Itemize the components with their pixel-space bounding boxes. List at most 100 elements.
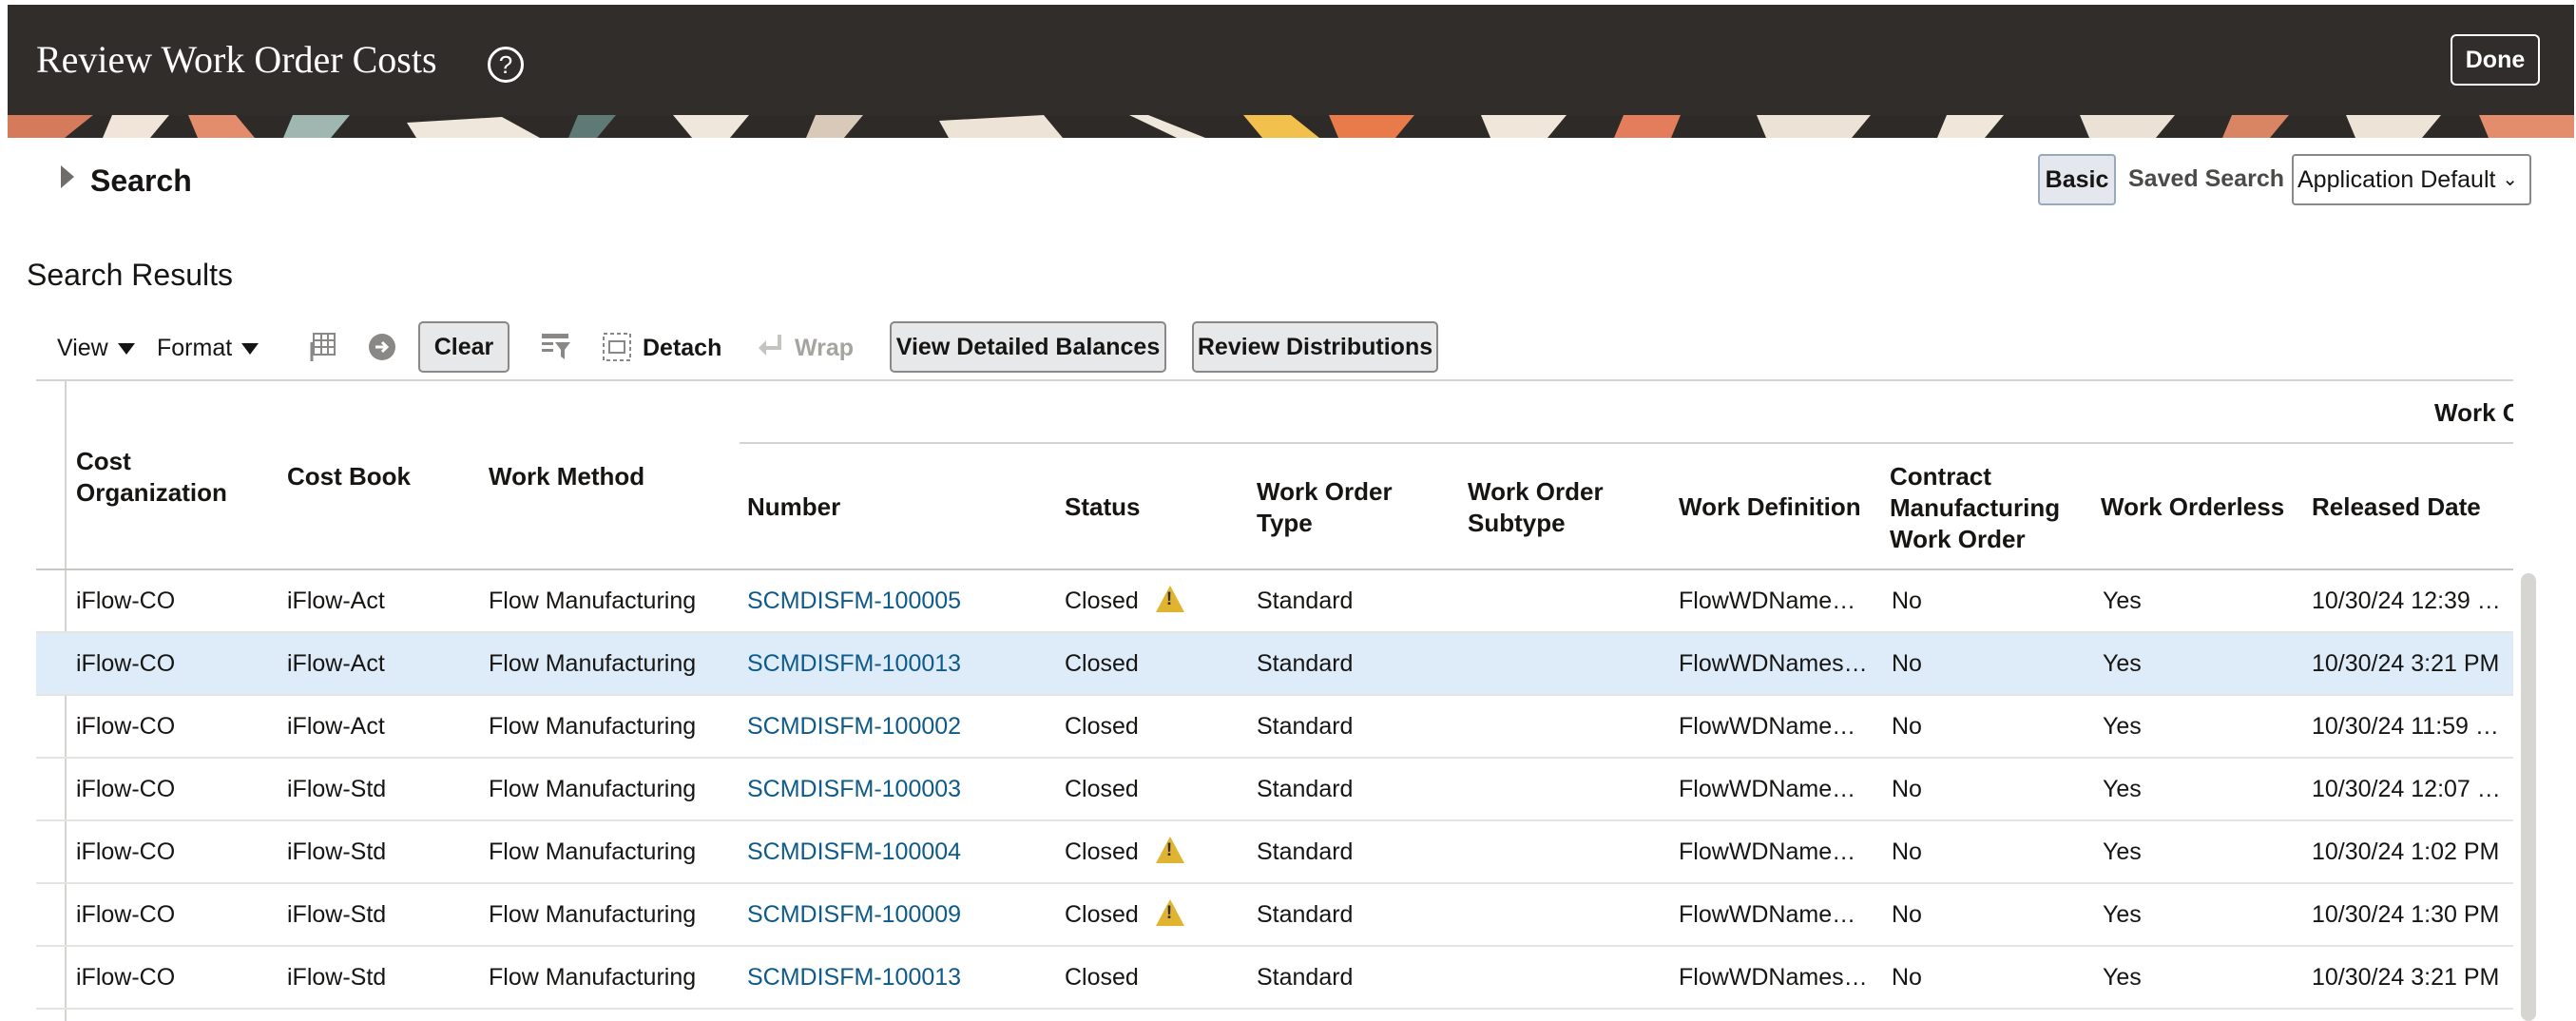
- view-menu[interactable]: View: [57, 335, 135, 362]
- col-header-contract-manufacturing[interactable]: Contract Manufacturing Work Order: [1890, 461, 2080, 555]
- status-value: Closed: [1065, 964, 1139, 991]
- table-row[interactable]: iFlow-CO iFlow-Act Flow Manufacturing SCMDI…: [36, 696, 2513, 759]
- format-menu[interactable]: Format: [157, 335, 260, 362]
- cell-wo-type: Standard: [1257, 884, 1456, 945]
- table-row[interactable]: iFlow-CO iFlow-Std Flow Manufacturing SCMDI…: [36, 884, 2513, 947]
- saved-search-select[interactable]: Application Default ⌄: [2292, 154, 2531, 205]
- warning-icon[interactable]: [1155, 586, 1184, 612]
- cell-cost-org: iFlow-CO: [76, 947, 276, 1008]
- done-button[interactable]: Done: [2451, 34, 2540, 86]
- number-value[interactable]: SCMDISFM-100002: [747, 713, 961, 740]
- col-header-released-date[interactable]: Released Date: [2312, 491, 2481, 523]
- warning-icon[interactable]: [1155, 899, 1184, 926]
- number-value[interactable]: SCMDISFM-100005: [747, 588, 961, 614]
- table-row[interactable]: iFlow-CO iFlow-Std Flow Manufacturing SCMDI…: [36, 821, 2513, 884]
- cell-wo-subtype: [1468, 633, 1667, 694]
- cell-orderless: Yes: [2103, 884, 2293, 945]
- col-header-work-method[interactable]: Work Method: [489, 461, 644, 492]
- cell-number[interactable]: SCMDISFM-100009: [747, 884, 1051, 945]
- cell-contract: No: [1892, 570, 2082, 631]
- search-expand-icon[interactable]: [61, 165, 74, 188]
- warning-icon[interactable]: [1155, 837, 1184, 863]
- table-row[interactable]: iFlow-CO iFlow-Std Flow Manufacturing SCMDI…: [36, 759, 2513, 821]
- cell-number[interactable]: SCMDISFM-100002: [747, 696, 1051, 757]
- col-header-cost-book[interactable]: Cost Book: [287, 461, 411, 492]
- wo-type-value: Standard: [1257, 964, 1354, 991]
- col-header-work-order-subtype[interactable]: Work Order Subtype: [1468, 476, 1639, 539]
- saved-search-value: Application Default: [2297, 166, 2496, 193]
- detach-button[interactable]: Detach: [643, 335, 721, 362]
- cell-work-method: Flow Manufacturing: [489, 633, 736, 694]
- cost-org-value: iFlow-CO: [76, 776, 176, 802]
- wo-type-value: Standard: [1257, 901, 1354, 928]
- saved-search-label: Saved Search: [2128, 165, 2284, 192]
- cell-cost-book: iFlow-Act: [287, 633, 477, 694]
- number-value[interactable]: SCMDISFM-100004: [747, 838, 961, 865]
- cell-work-def: FlowWDNames…: [1679, 947, 1869, 1008]
- cell-number[interactable]: SCMDISFM-100004: [747, 821, 1051, 882]
- cell-number[interactable]: SCMDISFM-100013: [747, 947, 1051, 1008]
- cost-book-value: iFlow-Act: [287, 588, 385, 614]
- number-value[interactable]: SCMDISFM-100013: [747, 964, 961, 991]
- query-by-example-icon[interactable]: [540, 331, 572, 370]
- cell-number[interactable]: SCMDISFM-100003: [747, 759, 1051, 819]
- released-value: 10/30/24 11:59 …: [2312, 713, 2499, 740]
- cell-work-def: FlowWDNamed…: [1679, 821, 1869, 882]
- page-header: Review Work Order Costs ? Done: [8, 5, 2574, 115]
- col-header-work-order-type[interactable]: Work Order Type: [1257, 476, 1409, 539]
- cell-wo-type: Standard: [1257, 696, 1456, 757]
- contract-value: No: [1892, 901, 1922, 928]
- cell-status: Closed: [1065, 947, 1245, 1008]
- cell-contract: No: [1892, 759, 2082, 819]
- col-header-status[interactable]: Status: [1065, 491, 1140, 523]
- status-value: Closed: [1065, 588, 1139, 614]
- work-def-value: FlowWDNameM…: [1679, 713, 1869, 740]
- cell-released: 10/30/24 12:39 …: [2312, 570, 2502, 631]
- freeze-columns-icon[interactable]: [306, 331, 338, 370]
- cell-status: Closed: [1065, 696, 1245, 757]
- col-header-cost-organization[interactable]: Cost Organization: [76, 446, 266, 509]
- detach-icon[interactable]: [601, 331, 633, 370]
- number-value[interactable]: SCMDISFM-100013: [747, 650, 961, 677]
- cost-book-value: iFlow-Act: [287, 713, 385, 740]
- orderless-value: Yes: [2103, 650, 2142, 677]
- cell-wo-subtype: [1468, 570, 1667, 631]
- cell-wo-subtype: [1468, 947, 1667, 1008]
- review-distributions-button[interactable]: Review Distributions: [1192, 321, 1438, 373]
- cell-orderless: Yes: [2103, 759, 2293, 819]
- search-results-title: Search Results: [27, 258, 233, 292]
- number-value[interactable]: SCMDISFM-100003: [747, 776, 961, 802]
- table-row[interactable]: iFlow-CO iFlow-Act Flow Manufacturing SCMDI…: [36, 633, 2513, 696]
- clear-button[interactable]: Clear: [418, 321, 509, 373]
- basic-button[interactable]: Basic: [2038, 154, 2116, 205]
- vertical-scrollbar[interactable]: [2521, 573, 2536, 1021]
- table-row[interactable]: iFlow-CO iFlow-Act Flow Manufacturing SCMDI…: [36, 570, 2513, 633]
- cost-org-value: iFlow-CO: [76, 964, 176, 991]
- cell-wo-type: Standard: [1257, 821, 1456, 882]
- cell-number[interactable]: SCMDISFM-100005: [747, 570, 1051, 631]
- format-menu-label: Format: [157, 335, 233, 361]
- cell-cost-org: iFlow-CO: [76, 884, 276, 945]
- status-value: Closed: [1065, 838, 1139, 865]
- cell-cost-org: iFlow-CO: [76, 570, 276, 631]
- released-value: 10/30/24 12:39 …: [2312, 588, 2501, 614]
- cell-number[interactable]: SCMDISFM-100013: [747, 633, 1051, 694]
- search-title[interactable]: Search: [90, 164, 192, 199]
- work-def-value: FlowWDName6…: [1679, 901, 1869, 928]
- work-method-value: Flow Manufacturing: [489, 776, 697, 802]
- cell-contract: No: [1892, 947, 2082, 1008]
- cell-wo-subtype: [1468, 696, 1667, 757]
- number-value[interactable]: SCMDISFM-100009: [747, 901, 961, 928]
- column-group-header: Work O: [2434, 398, 2513, 427]
- table-row[interactable]: iFlow-CO iFlow-Std Flow Manufacturing SCMDI…: [36, 947, 2513, 1010]
- help-icon[interactable]: ?: [488, 47, 524, 83]
- work-method-value: Flow Manufacturing: [489, 588, 697, 614]
- go-to-row-icon[interactable]: [367, 332, 397, 369]
- view-detailed-balances-button[interactable]: View Detailed Balances: [890, 321, 1166, 373]
- cell-work-def: FlowWDName6…: [1679, 884, 1869, 945]
- col-header-work-definition[interactable]: Work Definition: [1679, 491, 1861, 523]
- col-header-number[interactable]: Number: [747, 491, 840, 523]
- cell-released: 10/30/24 1:02 PM: [2312, 821, 2502, 882]
- caret-down-icon: [117, 343, 135, 356]
- col-header-work-orderless[interactable]: Work Orderless: [2101, 491, 2284, 523]
